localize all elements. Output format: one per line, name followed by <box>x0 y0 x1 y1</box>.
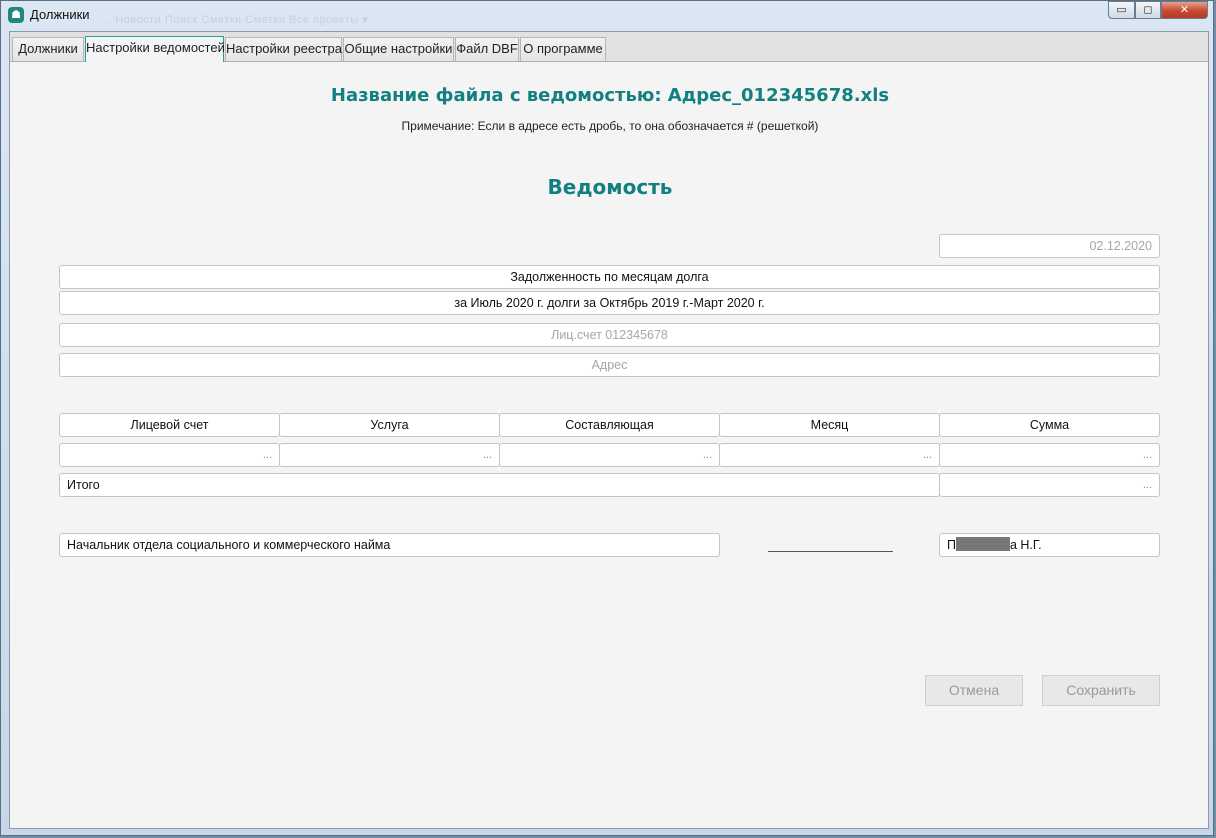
cell-component[interactable]: ... <box>499 443 720 467</box>
position-field[interactable]: Начальник отдела социального и коммерчес… <box>59 533 720 557</box>
total-label-field[interactable]: Итого <box>59 473 940 497</box>
save-button[interactable]: Сохранить <box>1042 675 1160 706</box>
cancel-button[interactable]: Отмена <box>925 675 1023 706</box>
tab-dbf-file[interactable]: Файл DBF <box>455 37 519 61</box>
header-service[interactable]: Услуга <box>279 413 500 437</box>
close-button[interactable]: ✕ <box>1161 1 1208 19</box>
redaction-block <box>955 537 1010 551</box>
maximize-icon: ◻ <box>1143 3 1153 16</box>
window-title: Должники <box>30 7 90 22</box>
statement-title: Ведомость <box>547 175 673 199</box>
account-field[interactable]: Лиц.счет 012345678 <box>59 323 1160 347</box>
ghost-menu-text: ... Новости Поиск Сметки Сметки Все прое… <box>101 14 369 26</box>
tab-debtors[interactable]: Должники <box>12 37 84 61</box>
cell-month-placeholder: ... <box>922 449 932 461</box>
cell-account-placeholder: ... <box>262 449 272 461</box>
debt-title-field[interactable]: Задолженность по месяцам долга <box>59 265 1160 289</box>
cell-service[interactable]: ... <box>279 443 500 467</box>
maximize-button[interactable]: ◻ <box>1135 1 1161 19</box>
cell-month[interactable]: ... <box>719 443 940 467</box>
minimize-icon: ▭ <box>1116 3 1127 16</box>
file-name-title: Название файла с ведомостью: Адрес_01234… <box>330 85 890 106</box>
close-icon: ✕ <box>1179 3 1190 16</box>
total-value-placeholder: ... <box>1142 479 1152 491</box>
cell-sum[interactable]: ... <box>939 443 1160 467</box>
tab-statement-settings[interactable]: Настройки ведомостей <box>85 36 225 62</box>
app-window: ☗ Должники ... Новости Поиск Сметки Смет… <box>0 0 1214 836</box>
title-bar: ☗ Должники ... Новости Поиск Сметки Смет… <box>1 1 1213 31</box>
tab-about[interactable]: О программе <box>520 37 606 61</box>
address-field[interactable]: Адрес <box>59 353 1160 377</box>
header-account[interactable]: Лицевой счет <box>59 413 280 437</box>
minimize-button[interactable]: ▭ <box>1108 1 1135 19</box>
date-field[interactable]: 02.12.2020 <box>939 234 1160 258</box>
client-area: Должники Настройки ведомостей Настройки … <box>9 31 1209 829</box>
app-logo-icon: ☗ <box>8 7 24 23</box>
period-field[interactable]: за Июль 2020 г. долги за Октябрь 2019 г.… <box>59 291 1160 315</box>
cell-sum-placeholder: ... <box>1142 449 1152 461</box>
signer-name-field[interactable]: Па Н.Г. <box>939 533 1160 557</box>
signer-name-suffix: а Н.Г. <box>1009 538 1042 552</box>
signer-name-prefix: П <box>947 538 956 552</box>
tab-general-settings[interactable]: Общие настройки <box>343 37 454 61</box>
tab-registry-settings[interactable]: Настройки реестра <box>225 37 342 61</box>
signature-line <box>768 551 893 552</box>
total-value-field[interactable]: ... <box>939 473 1160 497</box>
note-text: Примечание: Если в адресе есть дробь, то… <box>401 119 819 133</box>
header-component[interactable]: Составляющая <box>499 413 720 437</box>
cell-service-placeholder: ... <box>482 449 492 461</box>
cell-component-placeholder: ... <box>702 449 712 461</box>
cell-account[interactable]: ... <box>59 443 280 467</box>
tab-bar: Должники Настройки ведомостей Настройки … <box>10 32 1208 62</box>
header-sum[interactable]: Сумма <box>939 413 1160 437</box>
header-month[interactable]: Месяц <box>719 413 940 437</box>
